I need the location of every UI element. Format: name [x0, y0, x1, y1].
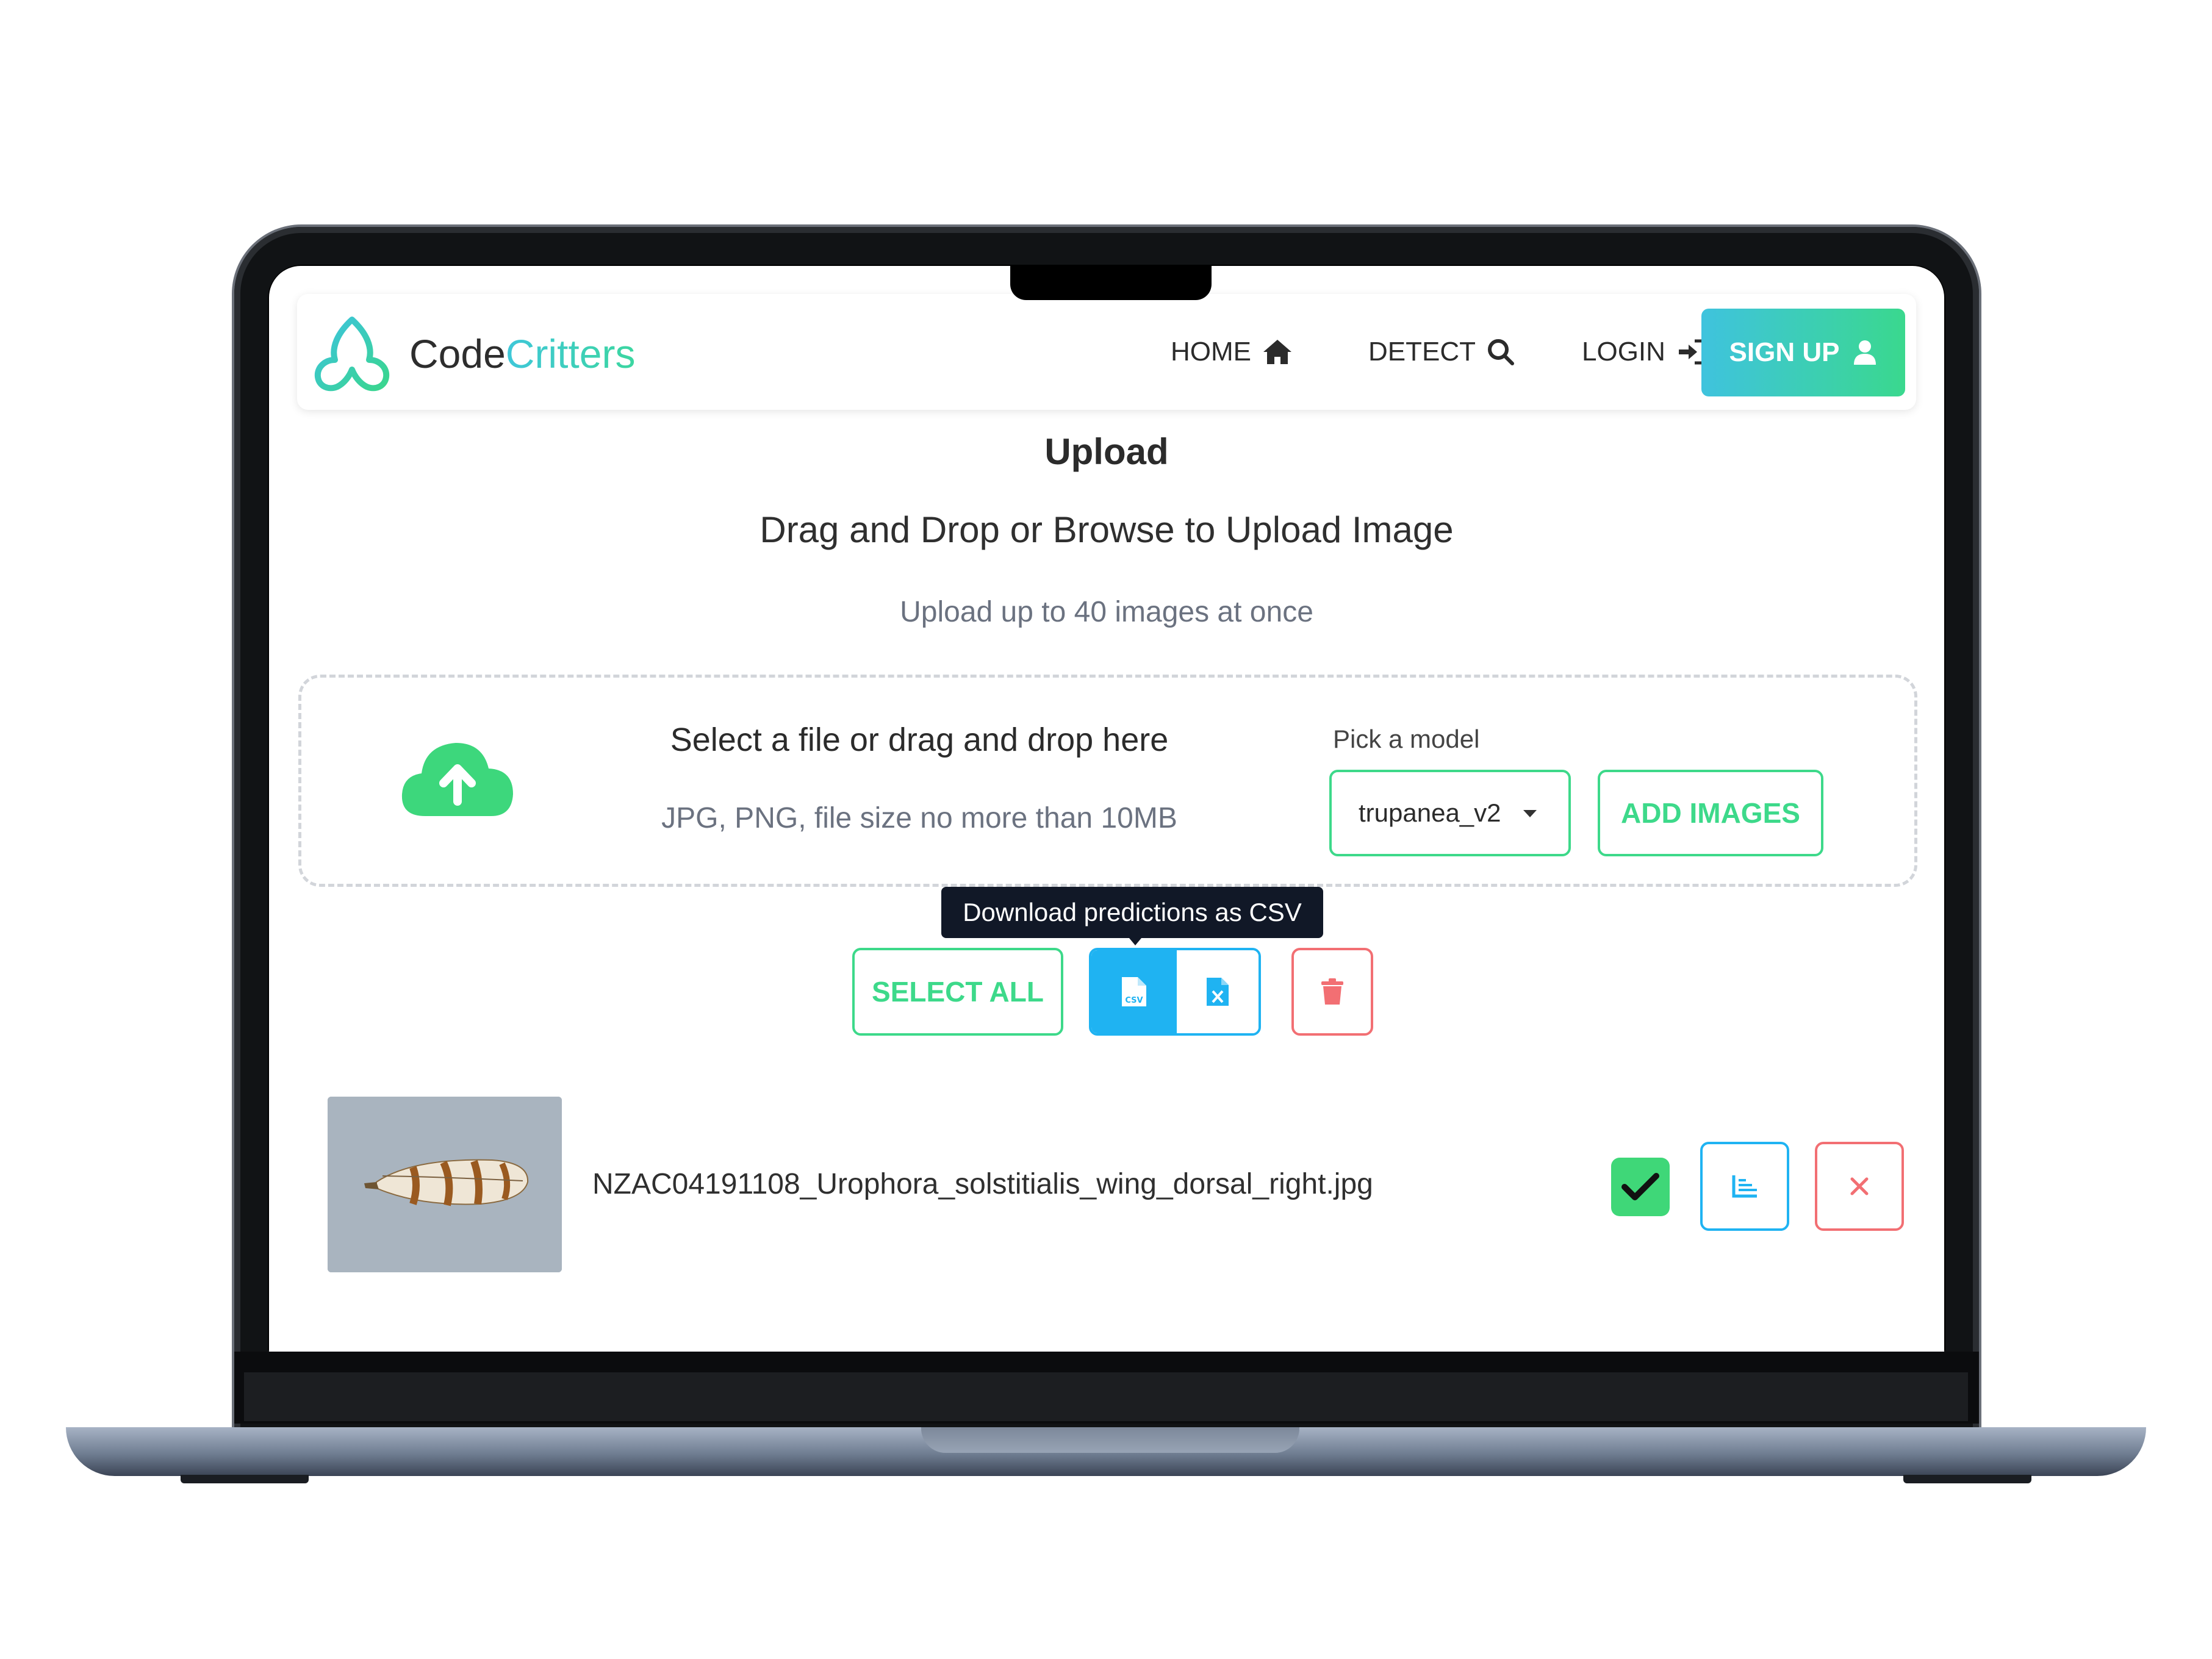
csv-file-icon: CSV — [1122, 977, 1146, 1006]
nav-detect-label: DETECT — [1368, 337, 1476, 367]
nav-login[interactable]: LOGIN — [1582, 331, 1706, 373]
cloud-upload-icon[interactable] — [401, 738, 514, 817]
model-label: Pick a model — [1333, 725, 1480, 753]
remove-file-button[interactable] — [1815, 1142, 1904, 1231]
codecritters-logo-icon — [314, 317, 390, 393]
trackpad-notch — [921, 1427, 1299, 1453]
wing-image — [328, 1097, 562, 1272]
check-icon — [1621, 1173, 1659, 1200]
trash-icon — [1321, 978, 1343, 1005]
brand-name: CodeCritters — [409, 331, 635, 377]
select-all-button[interactable]: SELECT ALL — [852, 948, 1063, 1036]
camera-notch — [1010, 266, 1212, 300]
home-icon — [1263, 340, 1291, 364]
dropzone-file-requirements: JPG, PNG, file size no more than 10MB — [661, 802, 1177, 834]
file-select-checkbox[interactable] — [1611, 1158, 1670, 1216]
upload-limit-note: Upload up to 40 images at once — [900, 596, 1313, 628]
svg-text:CSV: CSV — [1125, 996, 1143, 1005]
close-icon — [1850, 1177, 1869, 1195]
view-predictions-button[interactable] — [1700, 1142, 1789, 1231]
csv-tooltip: Download predictions as CSV — [941, 887, 1323, 945]
navbar: CodeCritters HOME DETECT LOGIN SIGN UP — [297, 294, 1916, 410]
nav-login-label: LOGIN — [1582, 337, 1665, 367]
search-icon — [1488, 339, 1514, 365]
brand-name-critters: Critters — [505, 331, 636, 376]
app-screen: CodeCritters HOME DETECT LOGIN SIGN UP U… — [269, 266, 1944, 1352]
signup-button[interactable]: SIGN UP — [1701, 309, 1905, 396]
caret-down-icon — [1523, 810, 1537, 817]
excel-file-icon — [1207, 978, 1229, 1006]
signup-label: SIGN UP — [1729, 337, 1840, 367]
chart-icon — [1732, 1175, 1757, 1198]
hinge — [244, 1372, 1968, 1421]
file-name: NZAC04191108_Urophora_solstitialis_wing_… — [592, 1168, 1373, 1200]
download-excel-button[interactable] — [1177, 950, 1259, 1033]
user-icon — [1854, 340, 1876, 365]
brand-name-code: Code — [409, 331, 506, 376]
model-select-value: trupanea_v2 — [1359, 798, 1501, 827]
nav-detect[interactable]: DETECT — [1368, 331, 1515, 373]
brand[interactable]: CodeCritters — [311, 315, 635, 393]
image-thumbnail — [328, 1097, 562, 1272]
download-button-group: CSV — [1089, 948, 1261, 1036]
delete-selected-button[interactable] — [1291, 948, 1373, 1036]
page-subtitle: Drag and Drop or Browse to Upload Image — [759, 509, 1454, 550]
page-title: Upload — [1044, 431, 1169, 472]
laptop-foot — [1903, 1475, 2031, 1483]
nav-home-label: HOME — [1171, 337, 1251, 367]
dropzone-title: Select a file or drag and drop here — [670, 722, 1169, 758]
nav-home[interactable]: HOME — [1171, 331, 1293, 373]
download-csv-button[interactable]: CSV — [1091, 950, 1177, 1033]
laptop-foot — [181, 1475, 309, 1483]
model-select[interactable]: trupanea_v2 — [1329, 770, 1571, 856]
add-images-button[interactable]: ADD IMAGES — [1598, 770, 1823, 856]
